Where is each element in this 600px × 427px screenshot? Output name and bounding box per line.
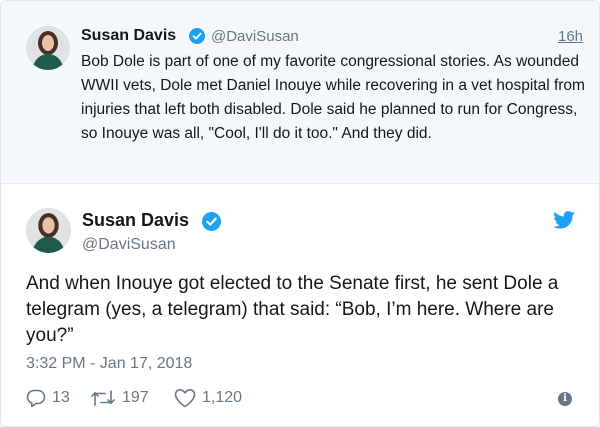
parent-tweet[interactable]: Susan Davis @DaviSusan 16h Bob Dole is p… (1, 1, 599, 184)
like-button[interactable]: 1,120 (174, 387, 242, 409)
tweet-actions: 13 197 1,120 (26, 387, 581, 409)
verified-badge-icon (202, 212, 221, 231)
verified-badge-icon (189, 28, 205, 44)
tweet-text: And when Inouye got elected to the Senat… (26, 273, 559, 346)
twitter-bird-icon[interactable] (553, 211, 575, 229)
heart-icon (174, 389, 196, 408)
retweet-icon (91, 390, 115, 406)
reply-icon (26, 389, 46, 407)
retweet-button[interactable]: 197 (90, 387, 149, 409)
tweet-text: Bob Dole is part of one of my favorite c… (81, 53, 585, 142)
tweet-time[interactable]: 16h (558, 28, 583, 45)
author-handle[interactable]: @DaviSusan (82, 236, 176, 254)
info-icon[interactable] (558, 392, 572, 406)
author-name[interactable]: Susan Davis (82, 210, 189, 231)
reply-count: 13 (52, 389, 70, 406)
like-count: 1,120 (202, 389, 243, 406)
avatar[interactable] (26, 26, 70, 70)
tweet-timestamp[interactable]: 3:32 PM - Jan 17, 2018 (26, 355, 192, 373)
avatar[interactable] (26, 208, 71, 253)
retweet-count: 197 (122, 389, 149, 406)
author-name[interactable]: Susan Davis (81, 27, 176, 45)
tweet-embed: Susan Davis @DaviSusan 16h Bob Dole is p… (0, 0, 600, 427)
tweet-time-link[interactable]: 16h (558, 28, 583, 45)
reply-button[interactable]: 13 (26, 387, 70, 409)
author-handle[interactable]: @DaviSusan (211, 28, 299, 45)
